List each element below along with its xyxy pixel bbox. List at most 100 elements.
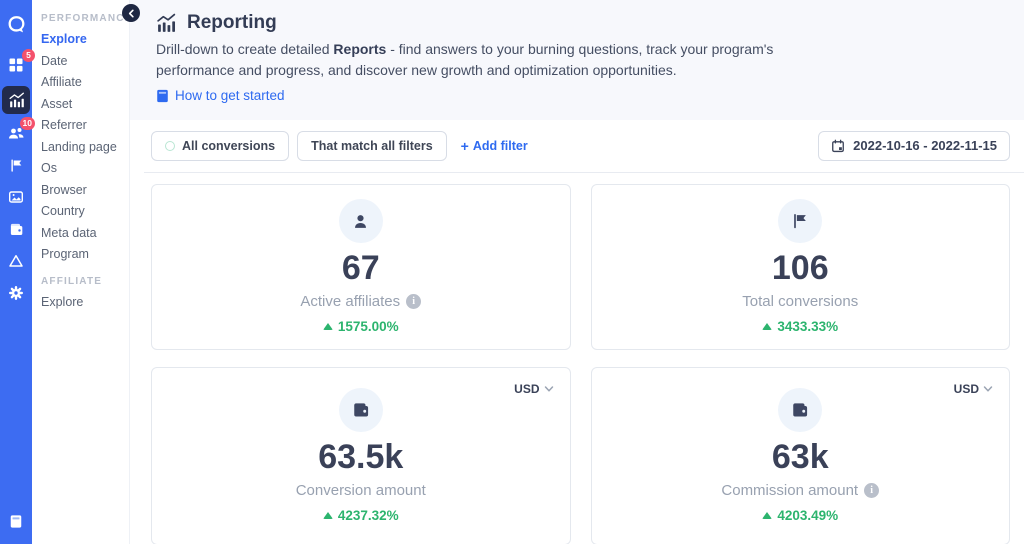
image-icon	[8, 189, 24, 205]
sidebar-item-asset[interactable]: Asset	[41, 98, 129, 112]
page-header: Reporting Drill-down to create detailed …	[130, 0, 1024, 120]
arrow-up-icon	[323, 323, 333, 330]
rail-item-reporting[interactable]	[2, 86, 30, 114]
collapse-sidebar-button[interactable]	[122, 4, 140, 22]
delta-value: 4237.32%	[338, 508, 399, 523]
flag-icon	[791, 212, 809, 230]
total-conversions-value: 106	[772, 250, 829, 287]
sidebar-item-os[interactable]: Os	[41, 162, 129, 176]
sidebar-item-referrer[interactable]: Referrer	[41, 119, 129, 133]
conversion-amount-label: Conversion amount	[296, 482, 426, 499]
description-prefix: Drill-down to create detailed	[156, 41, 333, 57]
arrow-up-icon	[323, 512, 333, 519]
how-to-get-started-link[interactable]: How to get started	[156, 88, 285, 103]
total-conversions-label: Total conversions	[742, 293, 858, 310]
arrow-up-icon	[762, 323, 772, 330]
currency-selector[interactable]: USD	[514, 382, 553, 396]
sidebar-item-date[interactable]: Date	[41, 55, 129, 69]
commission-amount-delta: 4203.49%	[762, 508, 838, 523]
page-title: Reporting	[187, 12, 277, 34]
add-filter-button[interactable]: + Add filter	[461, 138, 528, 154]
app-logo[interactable]	[5, 8, 28, 40]
active-affiliates-delta: 1575.00%	[323, 319, 399, 334]
book-icon	[156, 89, 169, 103]
info-icon[interactable]: i	[864, 483, 879, 498]
book-icon	[9, 514, 23, 529]
card-label-text: Total conversions	[742, 293, 858, 310]
triangle-icon	[8, 253, 24, 269]
currency-selector[interactable]: USD	[954, 382, 993, 396]
delta-value: 1575.00%	[338, 319, 399, 334]
active-affiliates-label: Active affiliates i	[300, 293, 421, 310]
commission-amount-label: Commission amount i	[721, 482, 879, 499]
chevron-left-icon	[127, 9, 136, 18]
reporting-title-icon	[156, 13, 177, 34]
icon-rail: 5 10	[0, 0, 32, 544]
user-icon	[351, 212, 370, 231]
rail-item-funnel[interactable]	[5, 250, 27, 272]
all-conversions-button[interactable]: All conversions	[151, 131, 289, 161]
dashboard-badge: 5	[22, 49, 35, 62]
bar-chart-icon	[8, 92, 25, 109]
card-label-text: Commission amount	[721, 482, 858, 499]
page-description: Drill-down to create detailed Reports - …	[156, 39, 846, 81]
chevron-down-icon	[983, 384, 993, 394]
wallet-icon	[791, 401, 809, 419]
wallet-icon	[352, 401, 370, 419]
rail-item-payouts[interactable]	[5, 218, 27, 240]
sidebar-item-country[interactable]: Country	[41, 205, 129, 219]
sidebar-item-affiliate-explore[interactable]: Explore	[41, 296, 129, 310]
sidebar-item-program[interactable]: Program	[41, 248, 129, 262]
date-range-value: 2022-10-16 - 2022-11-15	[853, 138, 997, 153]
delta-value: 3433.33%	[777, 319, 838, 334]
sidebar-item-affiliate[interactable]: Affiliate	[41, 76, 129, 90]
sidebar-section-affiliate: AFFILIATE Explore	[41, 276, 129, 310]
match-all-filters-button[interactable]: That match all filters	[297, 131, 447, 161]
section-label-affiliate: AFFILIATE	[41, 276, 129, 287]
delta-value: 4203.49%	[777, 508, 838, 523]
active-affiliates-value: 67	[342, 250, 380, 287]
sidebar-item-meta-data[interactable]: Meta data	[41, 227, 129, 241]
match-all-filters-label: That match all filters	[311, 139, 433, 153]
sidebar-section-performance: PERFORMANCE Explore Date Affiliate Asset…	[41, 13, 129, 262]
currency-value: USD	[954, 382, 979, 396]
all-conversions-label: All conversions	[182, 139, 275, 153]
description-bold: Reports	[333, 41, 386, 57]
tapfiliate-logo-icon	[5, 13, 28, 36]
sidebar-item-landing-page[interactable]: Landing page	[41, 141, 129, 155]
rail-item-conversions[interactable]	[5, 154, 27, 176]
card-total-conversions: 106 Total conversions 3433.33%	[591, 184, 1011, 350]
filter-toolbar: All conversions That match all filters +…	[130, 120, 1024, 172]
stat-cards-grid: 67 Active affiliates i 1575.00% 106 Tota…	[130, 173, 1024, 544]
gear-icon	[8, 285, 24, 301]
arrow-up-icon	[762, 512, 772, 519]
sidebar: PERFORMANCE Explore Date Affiliate Asset…	[32, 0, 130, 544]
currency-value: USD	[514, 382, 539, 396]
total-conversions-delta: 3433.33%	[762, 319, 838, 334]
flag-icon	[9, 158, 24, 173]
chevron-down-icon	[544, 384, 554, 394]
card-conversion-amount: USD 63.5k Conversion amount 4237.32%	[151, 367, 571, 544]
sidebar-item-explore[interactable]: Explore	[41, 33, 129, 47]
card-label-text: Conversion amount	[296, 482, 426, 499]
wallet-icon	[9, 222, 24, 237]
affiliates-badge: 10	[20, 117, 35, 130]
info-icon[interactable]: i	[406, 294, 421, 309]
date-range-picker[interactable]: 2022-10-16 - 2022-11-15	[818, 131, 1010, 161]
section-label-performance: PERFORMANCE	[41, 13, 129, 24]
rail-item-dashboard[interactable]: 5	[5, 54, 27, 76]
sidebar-item-browser[interactable]: Browser	[41, 184, 129, 198]
card-icon-circle	[778, 388, 822, 432]
rail-item-docs[interactable]	[5, 510, 27, 532]
conversion-amount-value: 63.5k	[318, 439, 403, 476]
rail-item-affiliates[interactable]: 10	[5, 122, 27, 144]
rail-item-assets[interactable]	[5, 186, 27, 208]
card-icon-circle	[339, 199, 383, 243]
card-icon-circle	[339, 388, 383, 432]
add-filter-label: Add filter	[473, 139, 528, 153]
card-icon-circle	[778, 199, 822, 243]
grid-icon	[8, 57, 24, 73]
card-active-affiliates: 67 Active affiliates i 1575.00%	[151, 184, 571, 350]
commission-amount-value: 63k	[772, 439, 829, 476]
rail-item-settings[interactable]	[5, 282, 27, 304]
